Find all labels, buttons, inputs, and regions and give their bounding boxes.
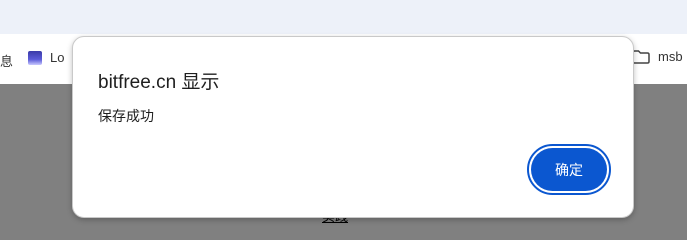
bookmark-folder-msb[interactable]: msb (632, 49, 683, 64)
bookmark-folder-label: msb (658, 49, 683, 64)
site-favicon-icon (28, 50, 42, 65)
bookmark-fragment-left[interactable]: 息 (0, 51, 13, 70)
folder-icon (632, 49, 650, 64)
ok-button[interactable]: 确定 (527, 144, 611, 195)
dialog-message: 保存成功 (98, 108, 154, 124)
dialog-title: bitfree.cn 显示 (98, 72, 220, 93)
bookmark-item-lo[interactable]: Lo (28, 50, 64, 65)
ok-button-label: 确定 (531, 148, 607, 191)
alert-dialog: bitfree.cn 显示 保存成功 确定 (72, 36, 634, 218)
bookmark-label: Lo (50, 50, 65, 65)
browser-tab-strip (0, 0, 687, 34)
